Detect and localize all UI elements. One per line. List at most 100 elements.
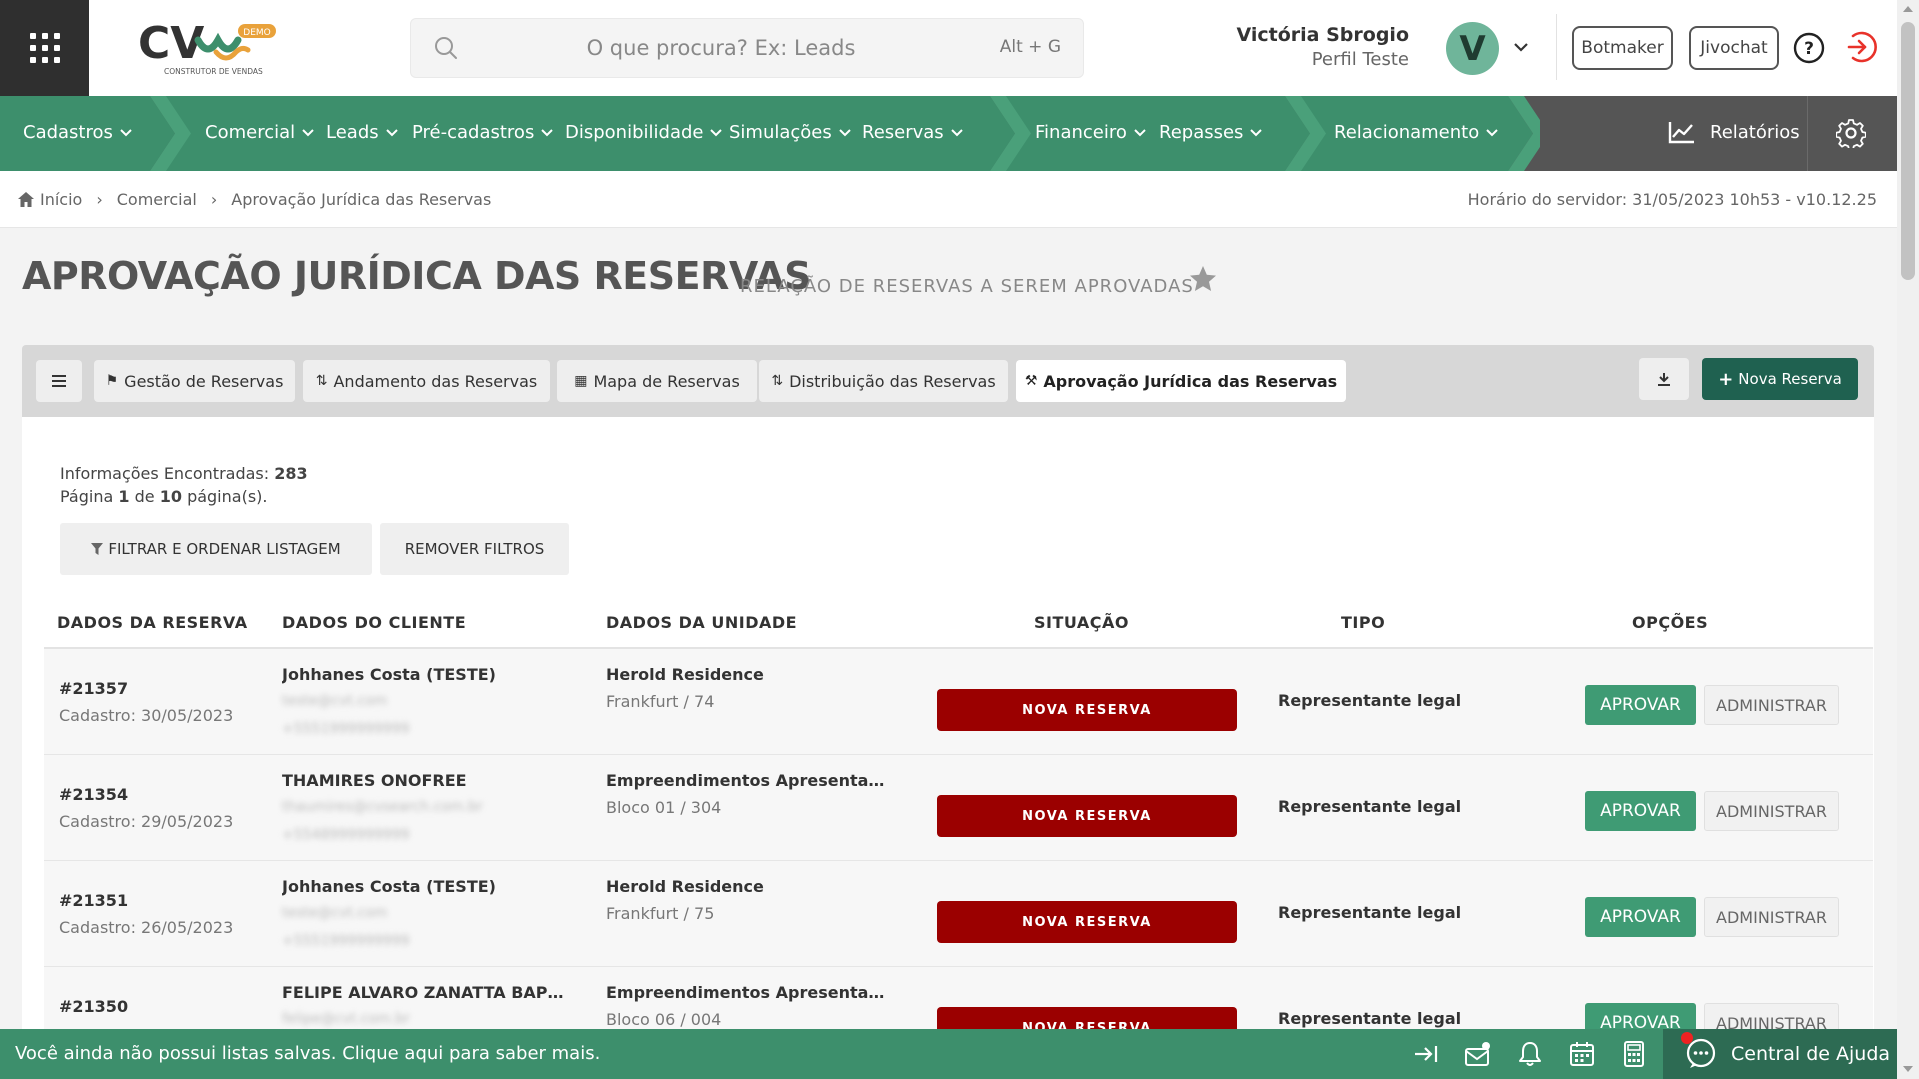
calculator-icon[interactable] <box>1620 1040 1648 1068</box>
search-box[interactable]: Alt + G <box>410 18 1084 78</box>
reservation-type: Representante legal <box>1278 691 1462 710</box>
logout-icon[interactable] <box>1843 30 1877 64</box>
avatar[interactable]: V <box>1446 22 1499 75</box>
reservation-id[interactable]: #21354 <box>59 785 128 804</box>
help-icon[interactable]: ? <box>1793 32 1825 64</box>
client-email: thaumires@cvsearch.com.br <box>282 799 483 815</box>
notification-dot <box>1681 1032 1693 1044</box>
tab-aprovacao-juridica[interactable]: ⚒ Aprovação Jurídica das Reservas <box>1016 360 1346 402</box>
search-icon <box>435 37 457 59</box>
tabs-menu-button[interactable] <box>36 360 82 402</box>
filter-sort-button[interactable]: FILTRAR E ORDENAR LISTAGEM <box>60 523 372 575</box>
tab-andamento-reservas[interactable]: ⇅ Andamento das Reservas <box>303 360 550 402</box>
calendar-icon[interactable] <box>1568 1040 1596 1068</box>
nav-leads[interactable]: Leads <box>326 122 399 143</box>
scroll-down-arrow-icon[interactable] <box>1903 1066 1913 1072</box>
approve-button[interactable]: APROVAR <box>1585 897 1696 937</box>
client-email: teste@cvt.com <box>282 693 388 709</box>
nav-label: Financeiro <box>1035 122 1127 143</box>
download-button[interactable] <box>1639 358 1689 400</box>
administer-button[interactable]: ADMINISTRAR <box>1704 685 1839 725</box>
main-navbar: Cadastros Comercial Leads Pré-cadastros … <box>0 96 1897 171</box>
reservation-id[interactable]: #21357 <box>59 679 128 698</box>
tab-label: Mapa de Reservas <box>593 371 740 391</box>
star-icon[interactable] <box>1189 265 1217 293</box>
tab-label: Andamento das Reservas <box>333 371 538 391</box>
nav-simulacoes[interactable]: Simulações <box>729 122 852 143</box>
mail-icon[interactable] <box>1464 1040 1492 1068</box>
search-shortcut-hint: Alt + G <box>999 37 1061 57</box>
breadcrumb: Início › Comercial › Aprovação Jurídica … <box>18 190 491 209</box>
saved-lists-message[interactable]: Você ainda não possui listas salvas. Cli… <box>15 1043 600 1064</box>
nav-disponibilidade[interactable]: Disponibilidade <box>565 122 723 143</box>
approve-button[interactable]: APROVAR <box>1585 791 1696 831</box>
scrollbar-thumb[interactable] <box>1901 22 1915 280</box>
tab-label: Distribuição das Reservas <box>789 371 996 391</box>
administer-button[interactable]: ADMINISTRAR <box>1704 1003 1839 1029</box>
nav-cadastros[interactable]: Cadastros <box>23 122 133 143</box>
results-panel: Informações Encontradas: 283 Página 1 de… <box>22 417 1874 1029</box>
chevron-down-icon[interactable] <box>1512 38 1530 56</box>
chevron-down-icon <box>120 128 132 136</box>
reservation-id[interactable]: #21351 <box>59 891 128 910</box>
gear-icon[interactable] <box>1836 118 1866 148</box>
approve-button[interactable]: APROVAR <box>1585 1003 1696 1029</box>
client-name: Johhanes Costa (TESTE) <box>282 877 496 896</box>
tab-mapa-reservas[interactable]: ▦ Mapa de Reservas <box>557 360 757 402</box>
administer-button[interactable]: ADMINISTRAR <box>1704 791 1839 831</box>
nav-label: Cadastros <box>23 122 113 143</box>
nav-reservas[interactable]: Reservas <box>862 122 964 143</box>
unit-name: Empreendimentos Apresentação <box>606 771 886 790</box>
reservation-date: Cadastro: 30/05/2023 <box>59 706 234 725</box>
unit-detail: Bloco 06 / 004 <box>606 1010 722 1029</box>
approve-button[interactable]: APROVAR <box>1585 685 1696 725</box>
tab-label: Aprovação Jurídica das Reservas <box>1043 371 1338 391</box>
reservation-id[interactable]: #21350 <box>59 997 128 1016</box>
map-icon: ▦ <box>574 373 588 389</box>
logo-text: CV <box>138 18 204 69</box>
new-reservation-button[interactable]: + Nova Reserva <box>1702 358 1858 400</box>
nav-pre-cadastros[interactable]: Pré-cadastros <box>412 122 554 143</box>
tab-gestao-reservas[interactable]: ⚑ Gestão de Reservas <box>94 360 295 402</box>
breadcrumb-section[interactable]: Comercial <box>117 190 197 209</box>
botmaker-button[interactable]: Botmaker <box>1572 26 1673 70</box>
top-header: CV DEMO CONSTRUTOR DE VENDAS Alt + G Vic… <box>0 0 1897 96</box>
administer-button[interactable]: ADMINISTRAR <box>1704 897 1839 937</box>
reservation-date: Cadastro: 26/05/2023 <box>59 918 234 937</box>
chevron-down-icon <box>385 128 398 136</box>
jivochat-button[interactable]: Jivochat <box>1689 26 1779 70</box>
remove-filters-button[interactable]: REMOVER FILTROS <box>380 523 569 575</box>
filter-icon <box>91 543 104 555</box>
nav-relacionamento[interactable]: Relacionamento <box>1334 122 1499 143</box>
nav-comercial[interactable]: Comercial <box>205 122 315 143</box>
search-input[interactable] <box>521 19 921 77</box>
bottom-bar: Você ainda não possui listas salvas. Cli… <box>0 1029 1897 1079</box>
nav-financeiro[interactable]: Financeiro <box>1035 122 1147 143</box>
client-phone: +5551999999999 <box>282 721 410 737</box>
page-prefix: Página <box>60 487 114 506</box>
scroll-up-arrow-icon[interactable] <box>1903 6 1913 12</box>
collapse-right-icon[interactable] <box>1412 1040 1440 1068</box>
tabs-bar: ⚑ Gestão de Reservas ⇅ Andamento das Reser… <box>22 345 1874 417</box>
reservation-date: Cadastro: 29/05/2023 <box>59 812 234 831</box>
status-badge: NOVA RESERVA <box>937 1007 1237 1029</box>
results-count-value: 283 <box>274 464 308 483</box>
svg-text:?: ? <box>1804 39 1814 59</box>
sort-icon: ⇅ <box>771 373 784 389</box>
logo[interactable]: CV DEMO CONSTRUTOR DE VENDAS <box>138 18 288 78</box>
bell-icon[interactable] <box>1516 1040 1544 1068</box>
breadcrumb-current: Aprovação Jurídica das Reservas <box>231 190 492 209</box>
tab-distribuicao-reservas[interactable]: ⇅ Distribuição das Reservas <box>759 360 1008 402</box>
tab-label: Gestão de Reservas <box>124 371 284 391</box>
table-row: #21351 Cadastro: 26/05/2023 Johhanes Cos… <box>44 861 1873 967</box>
user-name[interactable]: Victória Sbrogio <box>1237 24 1409 46</box>
breadcrumb-home[interactable]: Início <box>40 190 82 209</box>
status-badge: NOVA RESERVA <box>937 689 1237 731</box>
page-scrollbar[interactable] <box>1897 0 1919 1079</box>
help-center-button[interactable]: Central de Ajuda <box>1663 1029 1897 1079</box>
reports-link[interactable]: Relatórios <box>1668 120 1800 144</box>
nav-repasses[interactable]: Repasses <box>1159 122 1263 143</box>
unit-name: Herold Residence <box>606 665 764 684</box>
nav-label: Relacionamento <box>1334 122 1480 143</box>
apps-menu-button[interactable] <box>0 0 89 96</box>
